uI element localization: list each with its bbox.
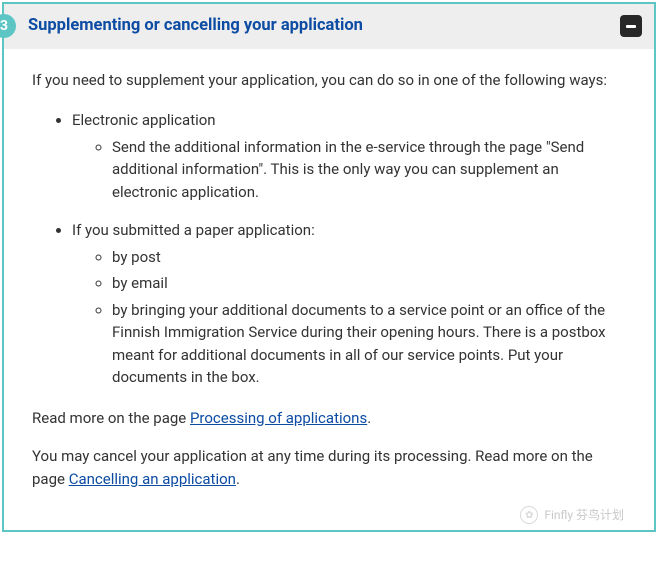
cancelling-application-link[interactable]: Cancelling an application [69, 470, 236, 488]
panel-body: If you need to supplement your applicati… [4, 49, 654, 531]
list-item-label: Electronic application [72, 111, 216, 129]
sub-list: Send the additional information in the e… [72, 136, 626, 204]
sub-list-item: by bringing your additional documents to… [112, 299, 626, 389]
text-suffix: . [236, 470, 240, 488]
sub-list: by post by email by bringing your additi… [72, 246, 626, 389]
readmore-processing: Read more on the page Processing of appl… [32, 407, 626, 430]
text-suffix: . [367, 409, 371, 427]
intro-text: If you need to supplement your applicati… [32, 69, 626, 92]
sub-list-item: by post [112, 246, 626, 269]
list-item: If you submitted a paper application: by… [72, 219, 626, 389]
sub-list-item: by email [112, 272, 626, 295]
panel-title: Supplementing or cancelling your applica… [28, 14, 363, 39]
processing-applications-link[interactable]: Processing of applications [190, 409, 367, 427]
list-item-label: If you submitted a paper application: [72, 221, 315, 239]
step-number-badge: 3 [0, 14, 16, 38]
wechat-icon: ✿ [520, 506, 538, 524]
list-item: Electronic application Send the addition… [72, 109, 626, 203]
cancel-paragraph: You may cancel your application at any t… [32, 445, 626, 490]
watermark: ✿ Finfly 芬鸟计划 [520, 506, 624, 524]
panel-header[interactable]: 3 Supplementing or cancelling your appli… [4, 4, 654, 49]
text-prefix: Read more on the page [32, 409, 190, 427]
accordion-panel: 3 Supplementing or cancelling your appli… [2, 2, 656, 532]
collapse-icon[interactable] [620, 15, 642, 37]
sub-list-item: Send the additional information in the e… [112, 136, 626, 204]
watermark-text: Finfly 芬鸟计划 [544, 506, 624, 524]
supplement-methods-list: Electronic application Send the addition… [32, 109, 626, 389]
